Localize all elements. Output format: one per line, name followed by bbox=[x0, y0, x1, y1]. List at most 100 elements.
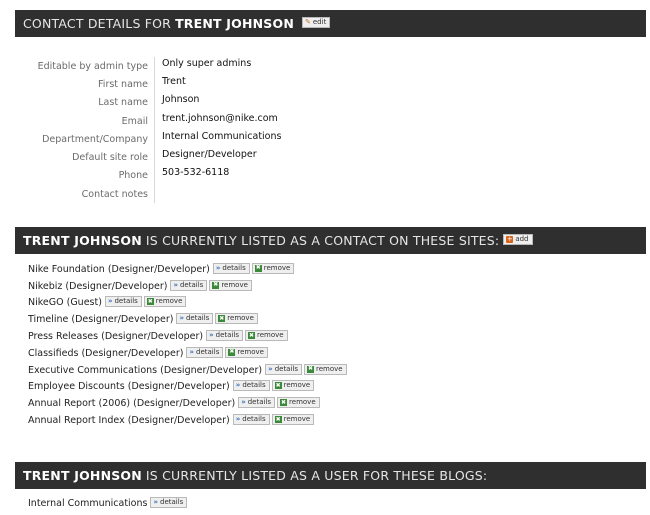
details-button[interactable]: » details bbox=[170, 279, 208, 291]
site-name: Nikebiz (Designer/Developer) bbox=[28, 280, 168, 292]
remove-button-label: remove bbox=[257, 331, 284, 340]
double-chevron-right-icon: » bbox=[235, 415, 241, 424]
site-list-item: Nikebiz (Designer/Developer)» details ✖ rem… bbox=[28, 278, 347, 295]
site-list-item: Executive Communications (Designer/Devel… bbox=[28, 362, 347, 379]
detail-row: First name Trent bbox=[15, 75, 646, 94]
details-button-label: details bbox=[242, 415, 266, 424]
details-button-label: details bbox=[215, 331, 239, 340]
contact-details-header-prefix: Contact details for bbox=[23, 16, 172, 31]
details-button[interactable]: » details bbox=[265, 363, 303, 375]
blogs-header: Trent Johnson is currently listed as a u… bbox=[15, 462, 646, 489]
detail-row: Phone 503-532-6118 bbox=[15, 166, 646, 186]
site-list-item: Timeline (Designer/Developer)» details ✖ re… bbox=[28, 311, 347, 328]
detail-label: Last name bbox=[15, 93, 155, 112]
detail-row: Editable by admin type Only super admins bbox=[15, 57, 646, 76]
remove-button-label: remove bbox=[283, 415, 311, 424]
double-chevron-right-icon: » bbox=[173, 280, 178, 289]
detail-value: Johnson bbox=[162, 94, 200, 106]
remove-button-label: remove bbox=[316, 364, 343, 373]
blogs-list: Internal Communications» details bbox=[28, 495, 188, 512]
detail-label: Phone bbox=[15, 166, 155, 186]
double-chevron-right-icon: » bbox=[209, 331, 214, 340]
site-list-item: Classifieds (Designer/Developer)» details… bbox=[28, 345, 347, 362]
site-name: Executive Communications (Designer/Devel… bbox=[28, 364, 263, 376]
detail-row: Department/Company Internal Communication… bbox=[15, 130, 646, 149]
remove-button[interactable]: ✖ remove bbox=[304, 363, 347, 375]
details-button[interactable]: » details bbox=[212, 262, 250, 274]
sites-header-suffix: is currently listed as a contact on thes… bbox=[145, 233, 500, 248]
remove-button-label: remove bbox=[155, 297, 183, 306]
details-button-label: details bbox=[196, 347, 220, 356]
add-site-button[interactable]: + add bbox=[503, 234, 533, 245]
detail-label: Department/Company bbox=[15, 130, 155, 149]
close-icon: ✖ bbox=[307, 365, 315, 373]
close-icon: ✖ bbox=[254, 264, 262, 272]
remove-button-label: remove bbox=[227, 314, 254, 323]
detail-row: Email trent.johnson@nike.com bbox=[15, 111, 646, 131]
details-button[interactable]: » details bbox=[176, 313, 214, 325]
details-button[interactable]: » details bbox=[232, 380, 270, 392]
site-name: Annual Report (2006) (Designer/Developer… bbox=[28, 398, 236, 410]
details-button[interactable]: » details bbox=[186, 346, 224, 358]
site-name: Classifieds (Designer/Developer) bbox=[28, 347, 184, 359]
close-icon: ✖ bbox=[274, 415, 282, 424]
remove-button[interactable]: ✖ remove bbox=[209, 279, 252, 291]
edit-button[interactable]: ✎ edit bbox=[302, 17, 331, 28]
contact-name: Trent Johnson bbox=[175, 16, 294, 31]
sites-header: Trent Johnson is currently listed as a c… bbox=[15, 227, 646, 254]
remove-button[interactable]: ✖ remove bbox=[277, 397, 320, 409]
blogs-header-suffix: is currently listed as a user for these … bbox=[145, 468, 488, 483]
detail-value: Designer/Developer bbox=[162, 149, 257, 161]
details-button[interactable]: » details bbox=[238, 397, 276, 409]
remove-button[interactable]: ✖ remove bbox=[225, 346, 268, 358]
add-button-label: add bbox=[515, 235, 529, 243]
remove-button-label: remove bbox=[221, 280, 248, 289]
remove-button-label: remove bbox=[289, 398, 316, 407]
blogs-header-name: Trent Johnson bbox=[23, 468, 142, 483]
remove-button[interactable]: ✖ remove bbox=[143, 296, 187, 308]
details-button-label: details bbox=[160, 497, 184, 506]
close-icon: ✖ bbox=[274, 381, 282, 390]
details-button-label: details bbox=[185, 314, 210, 323]
remove-button[interactable]: ✖ remove bbox=[245, 330, 288, 342]
site-name: Press Releases (Designer/Developer) bbox=[28, 331, 204, 343]
details-button-label: details bbox=[274, 364, 299, 373]
detail-value: trent.johnson@nike.com bbox=[162, 112, 278, 124]
site-list-item: Annual Report Index (Designer/Developer)… bbox=[28, 412, 347, 429]
remove-button[interactable]: ✖ remove bbox=[271, 414, 315, 426]
details-button[interactable]: » details bbox=[104, 296, 142, 308]
remove-button[interactable]: ✖ remove bbox=[215, 313, 258, 325]
plus-icon: + bbox=[506, 235, 514, 243]
close-icon: ✖ bbox=[146, 297, 154, 306]
sites-list: Nike Foundation (Designer/Developer)» det… bbox=[28, 261, 347, 429]
double-chevron-right-icon: » bbox=[107, 297, 113, 306]
detail-label: Editable by admin type bbox=[15, 57, 155, 76]
detail-row: Last name Johnson bbox=[15, 93, 646, 112]
details-button[interactable]: » details bbox=[206, 330, 243, 342]
details-button-label: details bbox=[222, 263, 246, 272]
site-name: Timeline (Designer/Developer) bbox=[28, 314, 174, 326]
site-name: Annual Report Index (Designer/Developer) bbox=[28, 415, 230, 427]
double-chevron-right-icon: » bbox=[268, 364, 273, 373]
details-button-label: details bbox=[247, 398, 272, 407]
double-chevron-right-icon: » bbox=[189, 347, 195, 356]
sites-header-name: Trent Johnson bbox=[23, 233, 142, 248]
double-chevron-right-icon: » bbox=[215, 263, 221, 272]
site-list-item: Employee Discounts (Designer/Developer)»… bbox=[28, 379, 347, 396]
details-button[interactable]: » details bbox=[232, 414, 270, 426]
site-list-item: Press Releases (Designer/Developer)» deta… bbox=[28, 328, 347, 345]
edit-button-label: edit bbox=[312, 18, 327, 26]
remove-button[interactable]: ✖ remove bbox=[251, 262, 295, 274]
double-chevron-right-icon: » bbox=[153, 497, 158, 506]
close-icon: ✖ bbox=[280, 398, 288, 407]
site-name: NikeGO (Guest) bbox=[28, 297, 102, 309]
detail-value: Only super admins bbox=[162, 57, 252, 69]
detail-row: Default site role Designer/Developer bbox=[15, 148, 646, 167]
close-icon: ✖ bbox=[212, 281, 220, 289]
detail-value: 503-532-6118 bbox=[162, 167, 230, 179]
detail-value: Internal Communications bbox=[162, 130, 282, 142]
detail-value: Trent bbox=[162, 75, 186, 87]
remove-button[interactable]: ✖ remove bbox=[271, 380, 315, 392]
detail-label: Contact notes bbox=[15, 185, 155, 204]
details-button[interactable]: » details bbox=[150, 496, 188, 508]
